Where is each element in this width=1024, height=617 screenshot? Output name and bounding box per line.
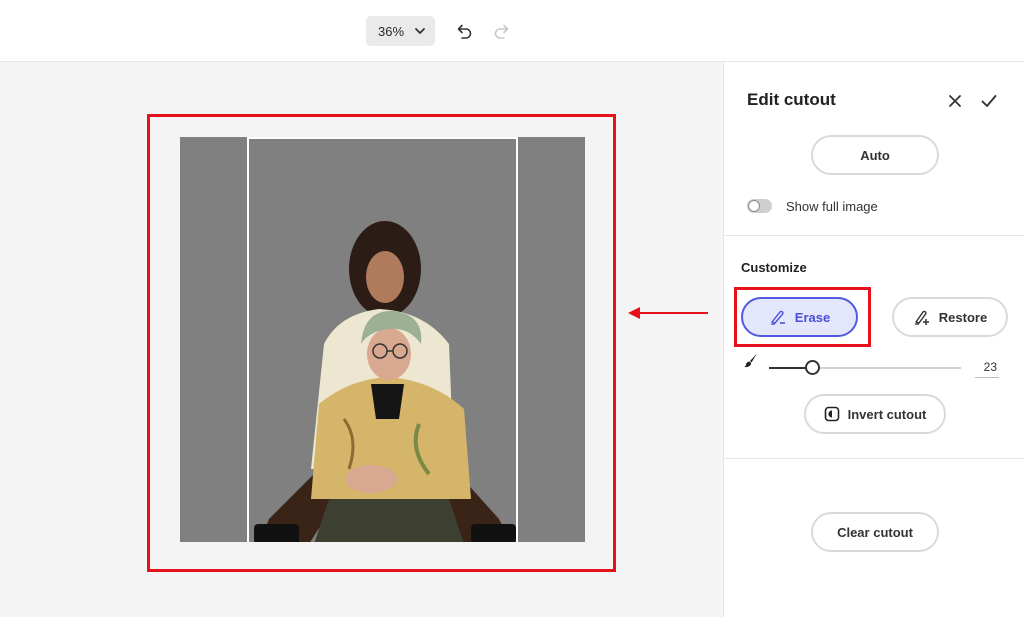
top-toolbar: 36% — [0, 0, 1024, 62]
zoom-value: 36% — [378, 23, 405, 39]
invert-cutout-button[interactable]: Invert cutout — [804, 394, 946, 434]
erase-button[interactable]: Erase — [741, 297, 858, 337]
erase-brush-icon — [770, 310, 785, 325]
restore-brush-icon — [914, 310, 929, 325]
chevron-down-icon — [415, 28, 425, 34]
zoom-dropdown[interactable]: 36% — [366, 16, 435, 46]
invert-cutout-label: Invert cutout — [847, 406, 927, 422]
auto-button[interactable]: Auto — [811, 135, 939, 175]
panel-divider — [724, 458, 1024, 459]
clear-cutout-button[interactable]: Clear cutout — [811, 512, 939, 552]
check-icon[interactable] — [979, 91, 999, 111]
show-full-image-label: Show full image — [786, 199, 878, 214]
brush-icon — [744, 353, 757, 368]
slider-thumb[interactable] — [805, 360, 820, 375]
arrow-left-icon — [628, 307, 708, 319]
customize-title: Customize — [741, 260, 807, 275]
canvas-area[interactable] — [0, 62, 723, 617]
restore-button[interactable]: Restore — [892, 297, 1008, 337]
auto-button-label: Auto — [860, 147, 890, 163]
panel-title: Edit cutout — [747, 90, 836, 109]
invert-icon — [824, 406, 839, 422]
brush-size-field[interactable]: 23 — [975, 360, 999, 378]
cutout-photo[interactable] — [247, 137, 518, 542]
undo-icon[interactable] — [454, 21, 474, 41]
panel-divider — [724, 235, 1024, 236]
brush-size-slider[interactable] — [769, 360, 961, 375]
erase-button-label: Erase — [794, 309, 831, 325]
clear-cutout-label: Clear cutout — [837, 524, 913, 540]
show-full-image-toggle[interactable] — [747, 199, 772, 213]
subjects-illustration — [254, 221, 516, 542]
restore-button-label: Restore — [938, 309, 988, 325]
edit-cutout-panel: Edit cutout Auto Show full image Customi… — [723, 62, 1024, 617]
redo-icon[interactable] — [492, 21, 512, 41]
close-icon[interactable] — [946, 92, 964, 110]
